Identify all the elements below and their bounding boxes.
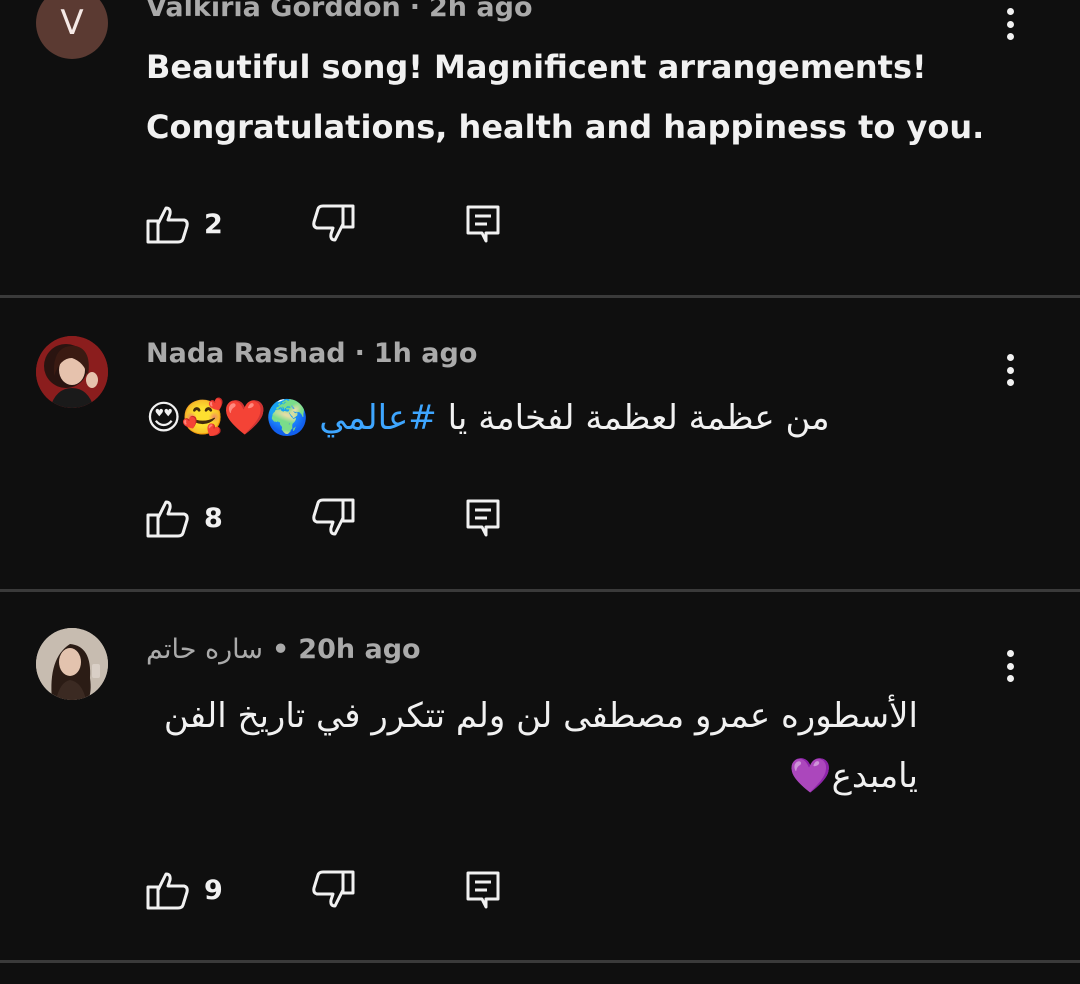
dislike-button[interactable] — [311, 870, 355, 910]
reply-button[interactable] — [465, 204, 501, 244]
like-button[interactable]: 2 — [146, 204, 223, 244]
comment-time: 2h ago — [429, 0, 533, 23]
avatar-letter: V — [60, 3, 84, 43]
comment-text-line: Beautiful song! Magnificent arrangements… — [146, 48, 927, 86]
dislike-button[interactable] — [311, 498, 355, 538]
avatar-image — [36, 628, 108, 700]
dislike-button[interactable] — [311, 204, 355, 244]
comment-meta: Valkiria Gorddon · 2h ago — [146, 0, 533, 23]
like-button[interactable]: 9 — [146, 870, 223, 910]
thumbs-up-icon — [146, 206, 189, 244]
comment-emoji: 🌍❤️🥰😍 — [146, 398, 320, 438]
meta-separator: · — [354, 338, 365, 369]
reply-comment-icon — [466, 871, 500, 909]
avatar-image — [36, 336, 108, 408]
hashtag-link[interactable]: #عالمي — [319, 398, 437, 438]
thumbs-up-icon — [146, 872, 189, 910]
comment-text-line: الأسطوره عمرو مصطفى لن ولم تتكرر في تاري… — [163, 696, 918, 736]
avatar[interactable] — [36, 336, 108, 408]
comment-time: 1h ago — [373, 338, 478, 369]
more-vertical-icon[interactable] — [998, 646, 1022, 686]
comment-item: Nada Rashad · 1h ago من عظمة لعظمة لفخام… — [0, 298, 1080, 590]
comment-text-line: Congratulations, health and happiness to… — [146, 108, 985, 146]
comment-meta: Nada Rashad · 1h ago — [146, 338, 477, 369]
comment-text-part: من عظمة لعظمة لفخامة يا — [436, 398, 830, 438]
comment-actions: 9 — [146, 868, 501, 912]
comment-divider — [0, 960, 1080, 963]
comment-time: 20h ago — [298, 634, 421, 665]
comment-actions: 8 — [146, 496, 501, 540]
author-name[interactable]: ساره حاتم — [146, 634, 263, 665]
comment-actions: 2 — [146, 202, 501, 246]
comment-text: Beautiful song! Magnificent arrangements… — [146, 37, 984, 157]
like-count: 8 — [204, 502, 223, 534]
comment-item: V Valkiria Gorddon · 2h ago Beautiful so… — [0, 0, 1080, 296]
reply-comment-icon — [466, 205, 500, 243]
comment-item: ساره حاتم • 20h ago الأسطوره عمرو مصطفى … — [0, 592, 1080, 960]
comment-text: الأسطوره عمرو مصطفى لن ولم تتكرر في تاري… — [146, 686, 918, 806]
thumbs-down-icon — [312, 870, 355, 908]
avatar[interactable]: V — [36, 0, 108, 59]
reply-button[interactable] — [465, 498, 501, 538]
reply-comment-icon — [466, 499, 500, 537]
meta-separator: · — [409, 0, 421, 23]
meta-separator: • — [272, 634, 290, 665]
reply-button[interactable] — [465, 870, 501, 910]
thumbs-down-icon — [312, 204, 355, 242]
comment-text: من عظمة لعظمة لفخامة يا #عالمي 🌍❤️🥰😍 — [146, 388, 880, 448]
author-name[interactable]: Nada Rashad — [146, 338, 346, 369]
comment-meta: ساره حاتم • 20h ago — [146, 634, 421, 665]
like-count: 2 — [204, 208, 223, 240]
like-count: 9 — [204, 874, 223, 906]
more-vertical-icon[interactable] — [998, 350, 1022, 390]
like-button[interactable]: 8 — [146, 498, 223, 538]
more-vertical-icon[interactable] — [998, 4, 1022, 44]
avatar[interactable] — [36, 628, 108, 700]
author-name[interactable]: Valkiria Gorddon — [146, 0, 401, 23]
thumbs-down-icon — [312, 498, 355, 536]
comment-text-line: يامبدع💜 — [789, 756, 918, 796]
thumbs-up-icon — [146, 500, 189, 538]
